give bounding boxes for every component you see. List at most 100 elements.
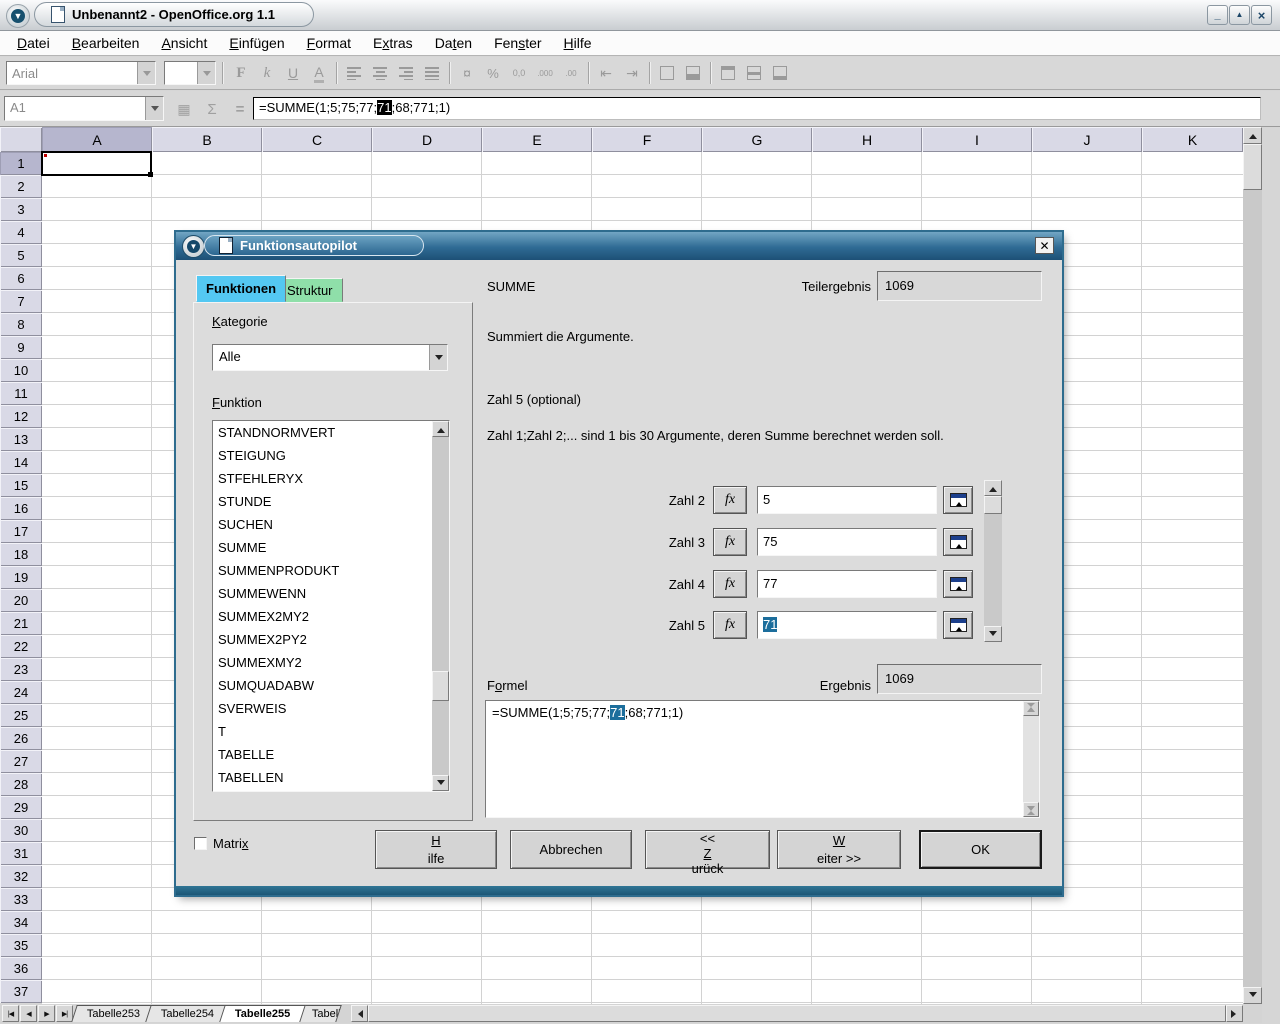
horizontal-scroll-thumb[interactable] — [368, 1005, 1226, 1022]
row-header-32[interactable]: 32 — [0, 865, 42, 888]
align-bottom-icon[interactable] — [768, 61, 792, 85]
column-header-K[interactable]: K — [1142, 127, 1243, 152]
row-header-19[interactable]: 19 — [0, 566, 42, 589]
scroll-up-button[interactable] — [984, 480, 1002, 496]
scroll-thumb[interactable] — [984, 496, 1002, 514]
function-item-tabellen[interactable]: TABELLEN — [213, 766, 432, 789]
indent-increase-icon[interactable] — [620, 61, 644, 85]
ok-button[interactable]: OK — [919, 830, 1042, 869]
sheet-tab-tabelle253[interactable]: Tabelle253 — [71, 1005, 156, 1022]
column-header-J[interactable]: J — [1032, 127, 1142, 152]
row-header-21[interactable]: 21 — [0, 612, 42, 635]
row-header-29[interactable]: 29 — [0, 796, 42, 819]
column-header-D[interactable]: D — [372, 127, 482, 152]
menu-einfgen[interactable]: Einfügen — [218, 32, 295, 54]
scroll-left-button[interactable] — [351, 1005, 368, 1022]
fill-handle[interactable] — [148, 172, 153, 177]
first-sheet-icon[interactable]: |◀ — [2, 1005, 19, 1022]
hilfe-button[interactable]: Hilfe — [375, 830, 497, 869]
row-header-20[interactable]: 20 — [0, 589, 42, 612]
menu-ansicht[interactable]: Ansicht — [150, 32, 218, 54]
shrink-button[interactable] — [943, 570, 973, 598]
remove-decimal-icon[interactable] — [559, 61, 583, 85]
name-box[interactable]: A1 — [4, 96, 164, 121]
justify-icon[interactable] — [420, 61, 444, 85]
formula-textarea[interactable]: =SUMME(1;5;75;77;71;68;771;1) — [485, 700, 1040, 818]
function-wizard-button[interactable]: fx — [713, 486, 747, 514]
row-header-18[interactable]: 18 — [0, 543, 42, 566]
font-name-dropdown[interactable] — [137, 62, 155, 84]
function-wizard-button[interactable]: fx — [713, 528, 747, 556]
font-name-combo[interactable]: Arial — [6, 61, 156, 85]
checkbox-icon[interactable] — [194, 837, 207, 850]
background-color-icon[interactable] — [681, 61, 705, 85]
shrink-button[interactable] — [943, 611, 973, 639]
weiter-button[interactable]: Weiter >> — [777, 830, 901, 869]
zurueck-button[interactable]: << Zurück — [645, 830, 770, 869]
row-header-28[interactable]: 28 — [0, 773, 42, 796]
column-header-A[interactable]: A — [42, 127, 152, 152]
row-header-5[interactable]: 5 — [0, 244, 42, 267]
borders-icon[interactable] — [655, 61, 679, 85]
name-box-dropdown[interactable] — [145, 97, 163, 120]
row-header-1[interactable]: 1 — [0, 152, 42, 175]
row-header-35[interactable]: 35 — [0, 934, 42, 957]
sum-icon[interactable] — [200, 97, 224, 121]
arg-input-zahl4[interactable]: 77 — [757, 570, 937, 598]
menu-format[interactable]: Format — [296, 32, 362, 54]
standard-format-icon[interactable] — [507, 61, 531, 85]
scroll-thumb[interactable] — [432, 671, 449, 701]
row-header-8[interactable]: 8 — [0, 313, 42, 336]
scroll-down-button[interactable] — [432, 775, 449, 791]
font-color-icon[interactable] — [307, 61, 331, 85]
row-header-15[interactable]: 15 — [0, 474, 42, 497]
menu-bearbeiten[interactable]: Bearbeiten — [61, 32, 151, 54]
align-top-icon[interactable] — [716, 61, 740, 85]
align-right-icon[interactable] — [394, 61, 418, 85]
function-item-t[interactable]: T — [213, 720, 432, 743]
arg-input-zahl2[interactable]: 5 — [757, 486, 937, 514]
column-header-E[interactable]: E — [482, 127, 592, 152]
row-header-12[interactable]: 12 — [0, 405, 42, 428]
scroll-down-button[interactable] — [1243, 987, 1262, 1004]
percent-icon[interactable] — [481, 61, 505, 85]
column-header-B[interactable]: B — [152, 127, 262, 152]
row-header-7[interactable]: 7 — [0, 290, 42, 313]
row-header-10[interactable]: 10 — [0, 359, 42, 382]
indent-decrease-icon[interactable] — [594, 61, 618, 85]
align-center-icon[interactable] — [368, 61, 392, 85]
row-header-30[interactable]: 30 — [0, 819, 42, 842]
row-header-27[interactable]: 27 — [0, 750, 42, 773]
shrink-button[interactable] — [943, 528, 973, 556]
tab-funktionen[interactable]: Funktionen — [196, 275, 286, 302]
menu-extras[interactable]: Extras — [362, 32, 424, 54]
menu-fenster[interactable]: Fenster — [483, 32, 552, 54]
row-header-3[interactable]: 3 — [0, 198, 42, 221]
dialog-close-button[interactable]: ✕ — [1035, 237, 1054, 254]
close-button[interactable]: × — [1251, 5, 1272, 25]
row-header-25[interactable]: 25 — [0, 704, 42, 727]
font-size-combo[interactable] — [164, 61, 216, 85]
row-header-13[interactable]: 13 — [0, 428, 42, 451]
function-item-standnormvert[interactable]: STANDNORMVERT — [213, 421, 432, 444]
tab-struktur[interactable]: Struktur — [277, 278, 343, 302]
row-header-16[interactable]: 16 — [0, 497, 42, 520]
scroll-down-button[interactable] — [984, 626, 1002, 642]
italic-icon[interactable] — [255, 61, 279, 85]
function-item-summexmy2[interactable]: SUMMEXMY2 — [213, 651, 432, 674]
formula-input[interactable]: =SUMME(1;5;75;77;71;68;771;1) — [253, 97, 1261, 120]
sheet-tab-tabelle255[interactable]: Tabelle255 — [220, 1005, 307, 1022]
cell-selection[interactable] — [41, 151, 152, 176]
row-header-2[interactable]: 2 — [0, 175, 42, 198]
scroll-down-button[interactable] — [1023, 802, 1039, 817]
column-header-C[interactable]: C — [262, 127, 372, 152]
maximize-button[interactable]: ▲ — [1229, 5, 1250, 25]
row-header-23[interactable]: 23 — [0, 658, 42, 681]
row-header-34[interactable]: 34 — [0, 911, 42, 934]
row-header-37[interactable]: 37 — [0, 980, 42, 1003]
bold-icon[interactable] — [229, 61, 253, 85]
vertical-scroll-thumb[interactable] — [1243, 144, 1262, 190]
underline-icon[interactable] — [281, 61, 305, 85]
row-header-9[interactable]: 9 — [0, 336, 42, 359]
scroll-up-button[interactable] — [1243, 127, 1262, 144]
